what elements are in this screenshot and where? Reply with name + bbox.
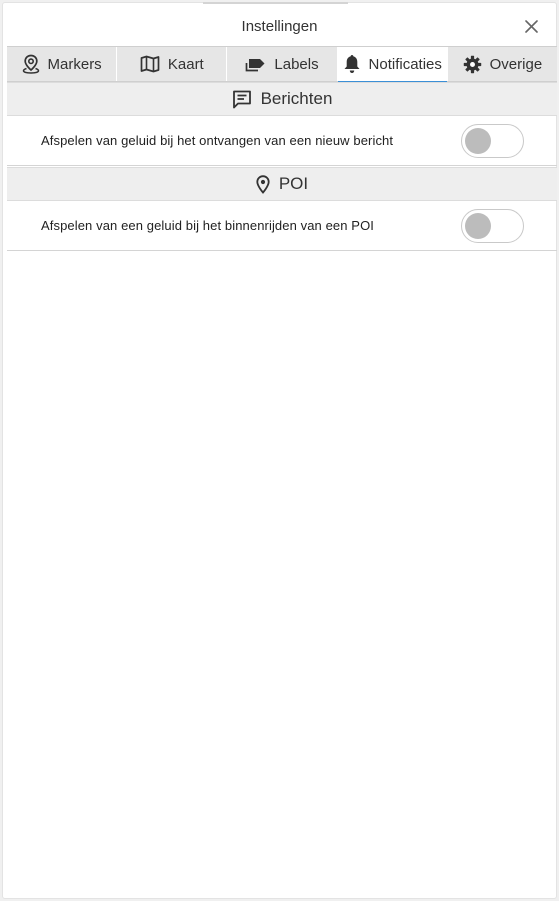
setting-row-poi-sound: Afspelen van een geluid bij het binnenri… — [7, 201, 557, 251]
message-icon — [232, 90, 251, 108]
toggle-knob — [465, 127, 491, 154]
setting-label: Afspelen van geluid bij het ontvangen va… — [41, 133, 394, 148]
close-button[interactable] — [520, 15, 542, 37]
poi-sound-toggle[interactable] — [461, 208, 524, 243]
tab-markers[interactable]: Markers — [7, 47, 118, 81]
section-title: POI — [278, 174, 309, 193]
tab-labels[interactable]: Labels — [227, 47, 338, 81]
tab-label: Labels — [274, 55, 319, 73]
toggle-knob — [465, 212, 491, 239]
section-title: Berichten — [260, 89, 333, 108]
bell-icon — [344, 55, 360, 73]
tab-kaart[interactable]: Kaart — [117, 47, 228, 81]
map-icon — [140, 55, 160, 73]
dialog-title: Instellingen — [241, 18, 318, 35]
gear-icon — [463, 55, 481, 73]
setting-label: Afspelen van een geluid bij het binnenri… — [41, 218, 374, 233]
tab-overige[interactable]: Overige — [448, 47, 557, 81]
settings-tabs: Markers Kaart Labels Notificaties Overig… — [7, 46, 557, 82]
label-tag-icon — [246, 58, 265, 71]
location-pin-icon — [256, 174, 270, 194]
tab-label: Markers — [47, 55, 102, 73]
tab-label: Kaart — [167, 55, 204, 73]
message-sound-toggle[interactable] — [461, 123, 524, 158]
close-icon — [524, 19, 538, 33]
tab-label: Overige — [489, 55, 543, 73]
setting-row-message-sound: Afspelen van geluid bij het ontvangen va… — [7, 116, 557, 166]
dialog-titlebar: Instellingen — [3, 3, 556, 47]
map-pin-icon — [22, 54, 39, 74]
section-header-poi: POI — [7, 167, 557, 201]
settings-dialog: Instellingen Markers Kaart Labels Notifi… — [2, 2, 557, 899]
tab-notificaties[interactable]: Notificaties — [337, 47, 448, 82]
section-header-berichten: Berichten — [7, 82, 557, 116]
tab-label: Notificaties — [368, 55, 442, 73]
